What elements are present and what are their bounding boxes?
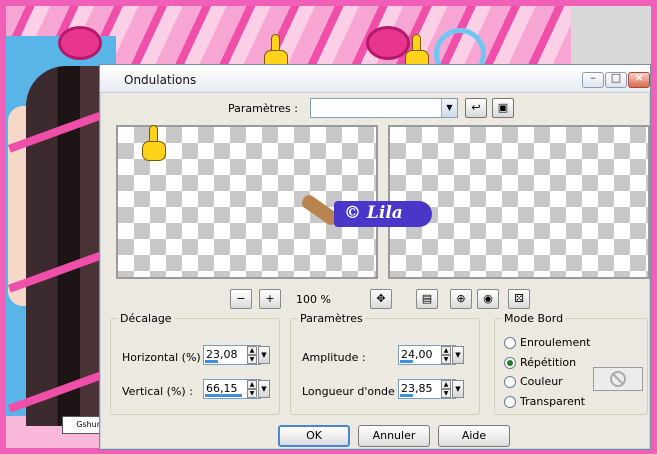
minimize-button[interactable]: – — [582, 71, 604, 88]
radio-transparent[interactable] — [504, 396, 516, 408]
edge-mode-legend: Mode Bord — [501, 312, 567, 325]
presets-label: Paramètres : — [228, 102, 298, 115]
horizontal-label: Horizontal (%) : — [122, 351, 208, 364]
lock-icon: ⊕ — [456, 292, 466, 305]
toggle-preview-button[interactable]: ▤ — [416, 289, 438, 309]
minimize-icon: – — [590, 71, 596, 84]
wavelength-dropdown[interactable]: ▼ — [452, 380, 464, 398]
zoom-out-icon: − — [236, 292, 246, 305]
window-title: Ondulations — [124, 73, 197, 87]
horizontal-dropdown[interactable]: ▼ — [258, 346, 270, 364]
reset-icon: ↩ — [471, 101, 481, 114]
randomize-button[interactable]: ⚄ — [508, 289, 530, 309]
reset-preset-button[interactable]: ↩ — [465, 98, 487, 118]
reset-button[interactable]: ⊕ — [450, 289, 472, 309]
zoom-in-button[interactable]: + — [259, 289, 281, 309]
cancel-button[interactable]: Annuler — [358, 425, 430, 447]
artwork-rose — [58, 26, 102, 60]
close-button[interactable]: × — [628, 71, 650, 88]
title-bar[interactable]: Ondulations – □ × — [100, 65, 650, 93]
help-button[interactable]: Aide — [438, 425, 510, 447]
amplitude-dropdown[interactable]: ▼ — [452, 346, 464, 364]
wavelength-stepper[interactable]: ▲ ▼ — [441, 380, 451, 398]
vertical-stepper[interactable]: ▲ ▼ — [247, 380, 257, 398]
radio-transparent-label: Transparent — [520, 395, 586, 408]
watermark: © Lila — [299, 191, 440, 231]
save-preset-button[interactable]: ▣ — [492, 98, 514, 118]
vertical-level-bar — [205, 394, 243, 397]
horizontal-level-bar — [205, 360, 218, 363]
pan-button[interactable]: ✥ — [370, 289, 392, 309]
pointing-hand-icon — [140, 125, 166, 163]
chevron-down-icon[interactable]: ▼ — [441, 99, 457, 117]
dice-icon: ⚄ — [514, 292, 524, 305]
preview-icon: ▤ — [421, 292, 433, 305]
vertical-label: Vertical (%) : — [122, 385, 193, 398]
vertical-dropdown[interactable]: ▼ — [258, 380, 270, 398]
zoom-in-icon: + — [265, 292, 275, 305]
wavelength-level-bar — [400, 394, 414, 397]
radio-wrap[interactable] — [504, 337, 516, 349]
no-entry-icon — [610, 371, 626, 387]
maximize-icon: □ — [610, 71, 622, 84]
radio-color-label: Couleur — [520, 375, 563, 388]
save-icon: ▣ — [497, 101, 509, 114]
horizontal-stepper[interactable]: ▲ ▼ — [247, 346, 257, 364]
proof-button[interactable]: ◉ — [477, 289, 499, 309]
close-icon: × — [634, 71, 644, 84]
radio-repeat-label: Répétition — [520, 356, 577, 369]
maximize-button[interactable]: □ — [605, 71, 627, 88]
amplitude-stepper[interactable]: ▲ ▼ — [441, 346, 451, 364]
offset-group: Décalage — [110, 312, 280, 415]
parameters-legend: Paramètres — [297, 312, 366, 325]
amplitude-label: Amplitude : — [302, 351, 366, 364]
zoom-out-button[interactable]: − — [230, 289, 252, 309]
wavelength-label: Longueur d'onde : — [302, 385, 403, 398]
move-icon: ✥ — [376, 292, 386, 305]
amplitude-level-bar — [400, 360, 414, 363]
ondulations-dialog: Ondulations – □ × Paramètres : ▼ ↩ ▣ © L… — [99, 64, 651, 450]
eye-icon: ◉ — [483, 292, 493, 305]
color-swatch[interactable] — [593, 367, 643, 391]
presets-select[interactable]: ▼ — [310, 98, 458, 118]
parameters-group: Paramètres — [290, 312, 480, 415]
watermark-text: © Lila — [344, 203, 403, 223]
radio-wrap-label: Enroulement — [520, 336, 591, 349]
offset-legend: Décalage — [117, 312, 175, 325]
zoom-level: 100 % — [296, 293, 331, 306]
radio-repeat[interactable] — [504, 357, 516, 369]
ok-button[interactable]: OK — [278, 425, 350, 447]
radio-color[interactable] — [504, 376, 516, 388]
